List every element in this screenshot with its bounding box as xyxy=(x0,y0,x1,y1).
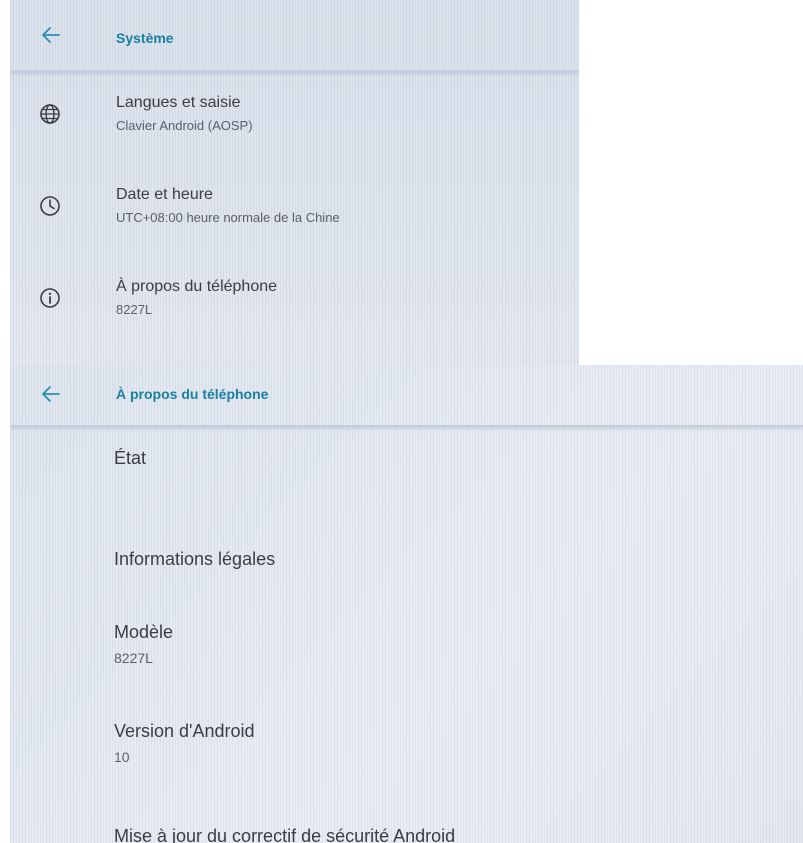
item-subtitle: Clavier Android (AOSP) xyxy=(116,118,253,133)
settings-item-legal-info[interactable]: Informations légales xyxy=(10,549,803,589)
back-button[interactable] xyxy=(36,379,66,409)
info-icon xyxy=(36,284,64,312)
item-title: Date et heure xyxy=(116,186,213,203)
item-title: Langues et saisie xyxy=(116,94,241,111)
settings-item-about-phone[interactable]: À propos du téléphone 8227L xyxy=(10,272,579,342)
item-title: Version d'Android xyxy=(114,721,255,741)
item-title: Informations légales xyxy=(114,549,276,569)
system-settings-screen: Système Langues et saisie Clavier Androi… xyxy=(10,0,579,365)
item-title: À propos du téléphone xyxy=(116,278,278,295)
clock-icon xyxy=(36,192,64,220)
globe-icon xyxy=(36,100,64,128)
back-arrow-icon xyxy=(42,27,60,43)
back-arrow-icon xyxy=(42,386,60,402)
item-subtitle: 8227L xyxy=(114,650,153,666)
item-title: Modèle xyxy=(114,622,174,642)
item-subtitle: UTC+08:00 heure normale de la Chine xyxy=(116,210,340,225)
page-title: Système xyxy=(116,30,174,46)
settings-item-model[interactable]: Modèle 8227L xyxy=(10,622,803,682)
item-title: Mise à jour du correctif de sécurité And… xyxy=(114,826,456,843)
item-title: État xyxy=(114,448,147,468)
app-bar: Système xyxy=(10,0,579,72)
settings-item-date-time[interactable]: Date et heure UTC+08:00 heure normale de… xyxy=(10,180,579,250)
about-phone-screen: À propos du téléphone État Informations … xyxy=(10,365,803,843)
item-subtitle: 10 xyxy=(114,749,130,765)
settings-item-status[interactable]: État xyxy=(10,448,803,498)
back-button[interactable] xyxy=(36,20,66,50)
page-title: À propos du téléphone xyxy=(116,386,269,402)
settings-item-languages[interactable]: Langues et saisie Clavier Android (AOSP) xyxy=(10,88,579,158)
settings-item-android-version[interactable]: Version d'Android 10 xyxy=(10,721,803,781)
app-bar: À propos du téléphone xyxy=(10,365,803,427)
item-subtitle: 8227L xyxy=(116,302,153,317)
settings-item-security-patch[interactable]: Mise à jour du correctif de sécurité And… xyxy=(10,826,803,843)
